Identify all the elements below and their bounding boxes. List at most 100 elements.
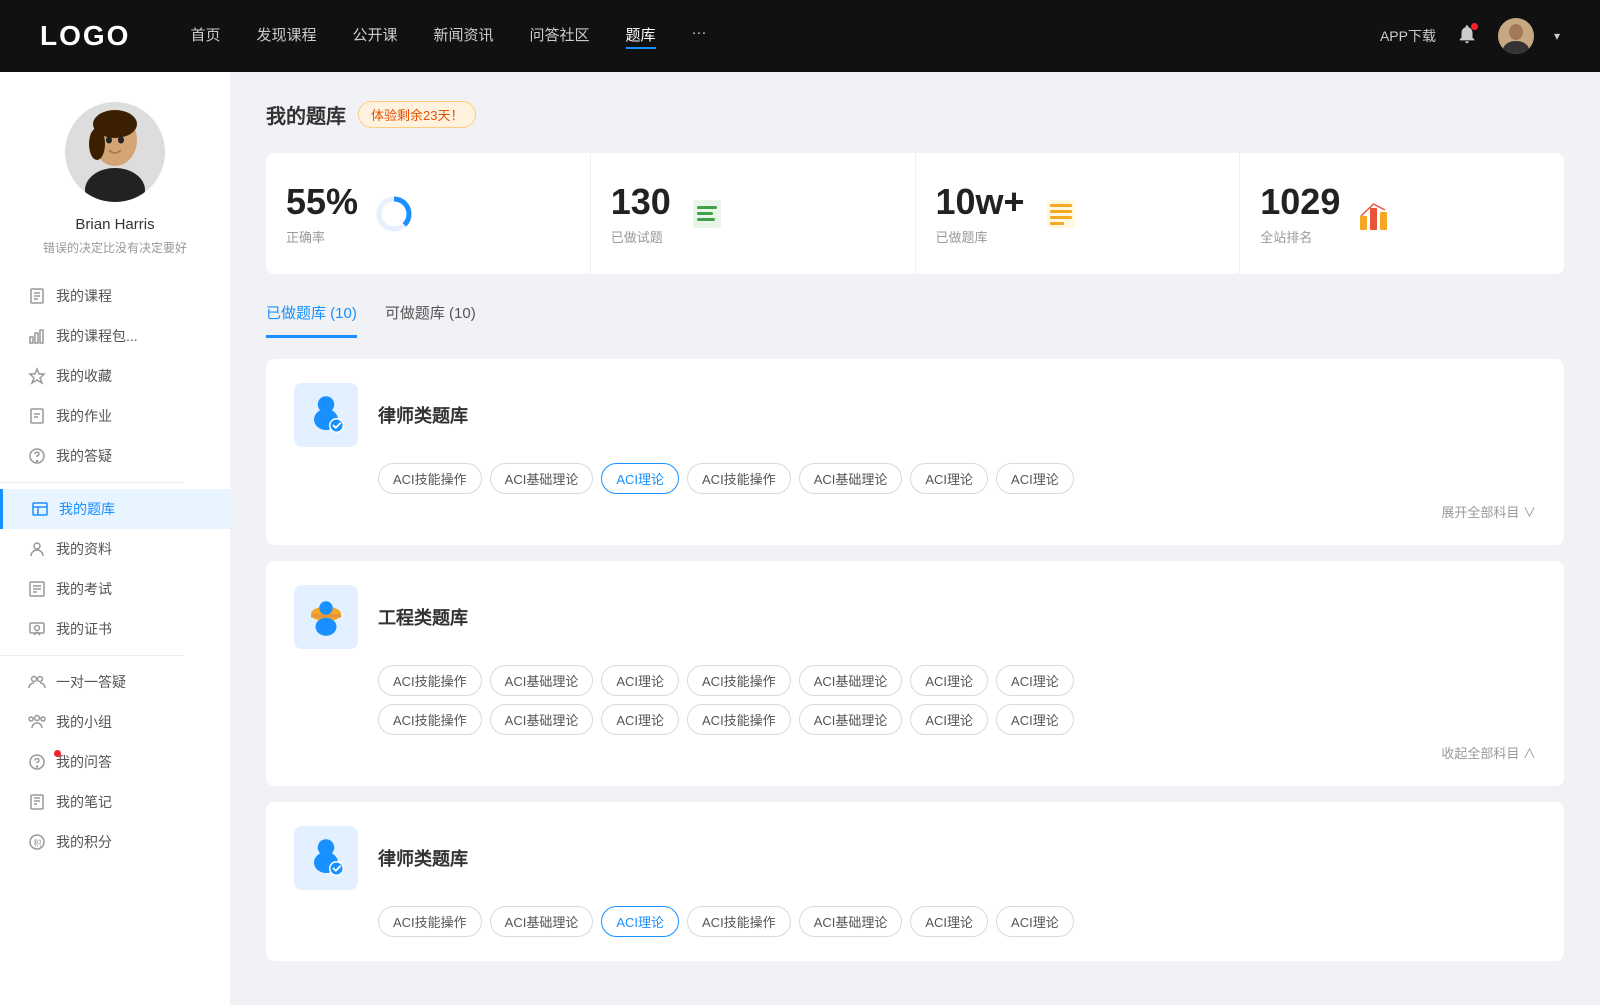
tag-3-1[interactable]: ACI基础理论 — [490, 906, 594, 937]
tag-2-r1-1[interactable]: ACI基础理论 — [490, 665, 594, 696]
notification-bell[interactable] — [1456, 23, 1478, 50]
sidebar-label-group: 我的小组 — [56, 712, 112, 732]
sidebar-item-course-pkg[interactable]: 我的课程包... — [0, 316, 230, 356]
tag-1-5[interactable]: ACI理论 — [910, 463, 988, 494]
notes-icon — [28, 793, 46, 811]
svg-text:积: 积 — [34, 838, 42, 848]
sidebar-item-points[interactable]: 积 我的积分 — [0, 822, 230, 862]
tag-3-2[interactable]: ACI理论 — [601, 906, 679, 937]
tag-1-3[interactable]: ACI技能操作 — [687, 463, 791, 494]
sidebar-label-myqa: 我的问答 — [56, 752, 112, 772]
tab-available[interactable]: 可做题库 (10) — [385, 302, 476, 338]
tag-2-r2-2[interactable]: ACI理论 — [601, 704, 679, 735]
tag-2-r1-3[interactable]: ACI技能操作 — [687, 665, 791, 696]
tag-2-r1-4[interactable]: ACI基础理论 — [799, 665, 903, 696]
qbank-tags-row2: ACI技能操作 ACI基础理论 ACI理论 ACI技能操作 ACI基础理论 AC… — [294, 704, 1536, 735]
sidebar-label-exam: 我的考试 — [56, 579, 112, 599]
sidebar-item-homework[interactable]: 我的作业 — [0, 396, 230, 436]
sidebar-label-my-course: 我的课程 — [56, 286, 112, 306]
sidebar-item-collection[interactable]: 我的收藏 — [0, 356, 230, 396]
banks-icon — [1041, 194, 1081, 234]
nav-links: 首页 发现课程 公开课 新闻资讯 问答社区 题库 ··· — [190, 24, 1380, 49]
cert-icon — [28, 620, 46, 638]
page-title: 我的题库 — [266, 100, 346, 129]
question-icon — [28, 447, 46, 465]
tag-2-r2-6[interactable]: ACI理论 — [996, 704, 1074, 735]
qbank-card-lawyer-1: 律师类题库 ACI技能操作 ACI基础理论 ACI理论 ACI技能操作 ACI基… — [266, 359, 1564, 545]
qbank-card-engineer: 工程类题库 ACI技能操作 ACI基础理论 ACI理论 ACI技能操作 ACI基… — [266, 561, 1564, 786]
qbank-card-lawyer-2: 律师类题库 ACI技能操作 ACI基础理论 ACI理论 ACI技能操作 ACI基… — [266, 802, 1564, 961]
stats-row: 55% 正确率 130 已做试题 — [266, 153, 1564, 274]
sidebar-label-qa: 我的答疑 — [56, 446, 112, 466]
tag-2-r1-6[interactable]: ACI理论 — [996, 665, 1074, 696]
sidebar-item-group[interactable]: 我的小组 — [0, 702, 230, 742]
nav-qbank[interactable]: 题库 — [626, 24, 656, 49]
sidebar-label-course-pkg: 我的课程包... — [56, 326, 138, 346]
tag-2-r1-0[interactable]: ACI技能操作 — [378, 665, 482, 696]
qbank-icon-2 — [294, 585, 358, 649]
tag-1-0[interactable]: ACI技能操作 — [378, 463, 482, 494]
collapse-btn-2[interactable]: 收起全部科目 ∧ — [294, 743, 1536, 762]
user-menu-chevron[interactable]: ▾ — [1554, 29, 1560, 43]
divider-1 — [0, 482, 184, 483]
sidebar-label-points: 我的积分 — [56, 832, 112, 852]
tag-3-3[interactable]: ACI技能操作 — [687, 906, 791, 937]
tag-3-4[interactable]: ACI基础理论 — [799, 906, 903, 937]
sidebar-label-qbank: 我的题库 — [59, 499, 115, 519]
sidebar-item-profile[interactable]: 我的资料 — [0, 529, 230, 569]
tag-2-r1-5[interactable]: ACI理论 — [910, 665, 988, 696]
ranking-label: 全站排名 — [1260, 227, 1340, 246]
tag-2-r2-1[interactable]: ACI基础理论 — [490, 704, 594, 735]
tab-done[interactable]: 已做题库 (10) — [266, 302, 357, 338]
qbank-header-2: 工程类题库 — [294, 585, 1536, 649]
sidebar-item-notes[interactable]: 我的笔记 — [0, 782, 230, 822]
user-name: Brian Harris — [75, 216, 154, 233]
tag-1-4[interactable]: ACI基础理论 — [799, 463, 903, 494]
chart-icon — [28, 327, 46, 345]
qbank-tags-row1: ACI技能操作 ACI基础理论 ACI理论 ACI技能操作 ACI基础理论 AC… — [294, 665, 1536, 696]
notification-dot — [1471, 23, 1478, 30]
questions-label: 已做试题 — [611, 227, 671, 246]
user-motto: 错误的决定比没有决定要好 — [43, 239, 187, 256]
sidebar-item-qbank[interactable]: 我的题库 — [0, 489, 230, 529]
nav-more[interactable]: ··· — [692, 24, 707, 49]
tag-1-1[interactable]: ACI基础理论 — [490, 463, 594, 494]
sidebar-item-exam[interactable]: 我的考试 — [0, 569, 230, 609]
tag-3-6[interactable]: ACI理论 — [996, 906, 1074, 937]
expand-btn-1[interactable]: 展开全部科目 ∨ — [294, 502, 1536, 521]
tag-2-r2-3[interactable]: ACI技能操作 — [687, 704, 791, 735]
nav-qa[interactable]: 问答社区 — [530, 24, 590, 49]
tag-2-r1-2[interactable]: ACI理论 — [601, 665, 679, 696]
qa-badge-dot — [54, 750, 61, 757]
ranking-icon — [1356, 194, 1396, 234]
tag-1-6[interactable]: ACI理论 — [996, 463, 1074, 494]
main-content: 我的题库 体验剩余23天！ 55% 正确率 — [230, 72, 1600, 1005]
stat-banks: 10w+ 已做题库 — [916, 153, 1241, 274]
tag-3-5[interactable]: ACI理论 — [910, 906, 988, 937]
app-download[interactable]: APP下载 — [1380, 26, 1436, 46]
tag-1-2[interactable]: ACI理论 — [601, 463, 679, 494]
tag-2-r2-4[interactable]: ACI基础理论 — [799, 704, 903, 735]
qbank-header-3: 律师类题库 — [294, 826, 1536, 890]
sidebar-item-cert[interactable]: 我的证书 — [0, 609, 230, 649]
nav-discover[interactable]: 发现课程 — [256, 24, 316, 49]
stat-ranking: 1029 全站排名 — [1240, 153, 1564, 274]
nav-right: APP下载 ▾ — [1380, 18, 1560, 54]
sidebar-item-qa[interactable]: 我的答疑 — [0, 436, 230, 476]
qbank-name-1: 律师类题库 — [378, 402, 468, 428]
user-avatar — [65, 102, 165, 202]
exam-icon — [28, 580, 46, 598]
sidebar-item-my-course[interactable]: 我的课程 — [0, 276, 230, 316]
star-icon — [28, 367, 46, 385]
nav-news[interactable]: 新闻资讯 — [434, 24, 494, 49]
sidebar-item-myqa[interactable]: 我的问答 — [0, 742, 230, 782]
tag-2-r2-5[interactable]: ACI理论 — [910, 704, 988, 735]
avatar[interactable] — [1498, 18, 1534, 54]
qbank-tags-3: ACI技能操作 ACI基础理论 ACI理论 ACI技能操作 ACI基础理论 AC… — [294, 906, 1536, 937]
sidebar: Brian Harris 错误的决定比没有决定要好 我的课程 我的课程包... — [0, 72, 230, 1005]
sidebar-item-oneone[interactable]: 一对一答疑 — [0, 662, 230, 702]
tag-3-0[interactable]: ACI技能操作 — [378, 906, 482, 937]
nav-open[interactable]: 公开课 — [352, 24, 397, 49]
tag-2-r2-0[interactable]: ACI技能操作 — [378, 704, 482, 735]
nav-home[interactable]: 首页 — [190, 24, 220, 49]
